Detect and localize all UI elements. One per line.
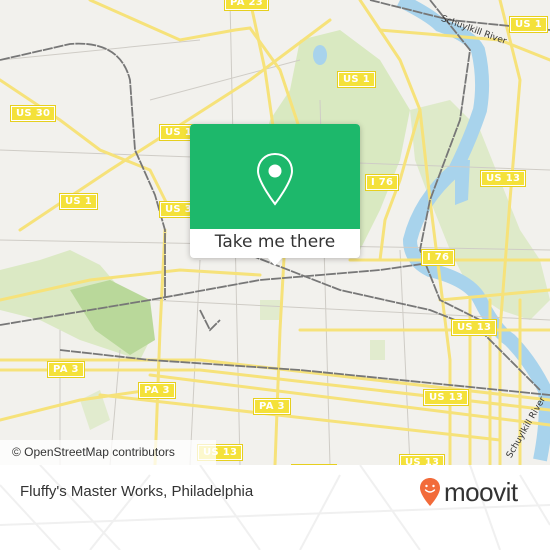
road-shield: US 1 — [509, 16, 548, 33]
road-shield: PA 23 — [223, 0, 270, 11]
moovit-smiley-pin-icon — [420, 478, 440, 506]
location-popup[interactable]: Take me there — [190, 124, 360, 266]
map[interactable]: PA 23 US 1 US 1 US 30 US 1 US 1 US 30 I … — [0, 0, 550, 465]
moovit-wordmark: moovit — [444, 477, 518, 507]
road-shield: I 76 — [364, 174, 400, 191]
road-shield: US 1 — [337, 71, 376, 88]
popup-header — [190, 124, 360, 229]
footer: Fluffy's Master Works, Philadelphia moov… — [0, 465, 550, 550]
map-pin-icon — [256, 152, 294, 206]
moovit-logo[interactable]: moovit — [419, 477, 518, 507]
road-shield: PA 3 — [138, 382, 176, 399]
pond — [313, 45, 327, 65]
road-shield: US 13 — [398, 454, 446, 465]
road-shield: US 13 — [479, 170, 527, 187]
road-shield: US 13 — [450, 319, 498, 336]
road-shield: PA 3 — [253, 398, 291, 415]
take-me-there-button[interactable]: Take me there — [190, 229, 360, 258]
road-shield: US 1 — [59, 193, 98, 210]
road-shield: I 76 — [420, 249, 456, 266]
place-name: Fluffy's Master Works, Philadelphia — [20, 483, 254, 500]
map-attribution[interactable]: © OpenStreetMap contributors — [0, 440, 216, 465]
road-shield: PA 3 — [47, 361, 85, 378]
road-shield: US 13 — [422, 389, 470, 406]
road-shield: US 30 — [9, 105, 57, 122]
popup-pointer — [267, 257, 283, 266]
